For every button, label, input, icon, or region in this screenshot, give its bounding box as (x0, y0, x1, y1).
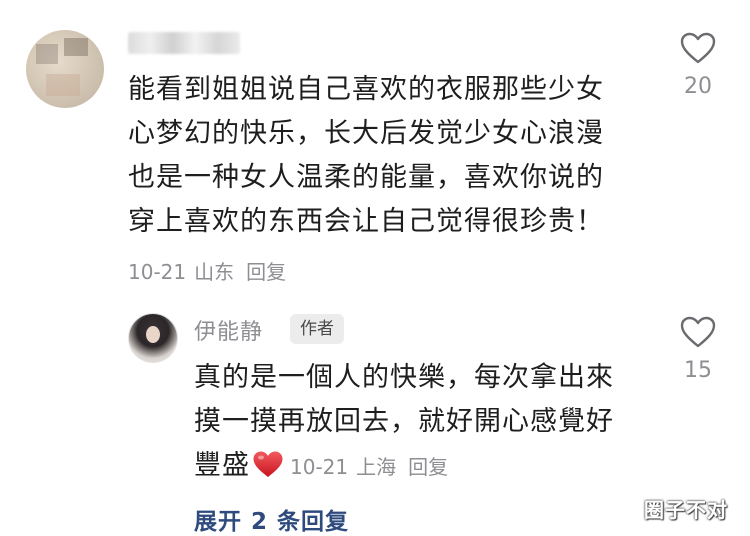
commenter-username-blurred[interactable] (128, 32, 240, 54)
comment-text: 能看到姐姐说自己喜欢的衣服那些少女 心梦幻的快乐，长大后发觉少女心浪漫 也是一种… (128, 68, 648, 244)
reply-line: 豐盛 (194, 450, 250, 481)
reply-reply-button[interactable]: 回复 (408, 455, 448, 479)
reply-date: 10-21 (290, 455, 349, 479)
reply-like-count: 15 (684, 358, 712, 383)
comment-location: 山东 (194, 260, 235, 284)
reply-line: 摸一摸再放回去，就好開心感覺好 (194, 406, 614, 437)
author-avatar[interactable] (128, 313, 178, 363)
reply-author-name[interactable]: 伊能静 (194, 314, 263, 346)
comment-like-button[interactable]: 20 (668, 32, 728, 99)
comment-date: 10-21 (128, 260, 187, 284)
reply-like-button[interactable]: 15 (668, 316, 728, 383)
watermark: 圈子不对 (644, 498, 728, 522)
comment-like-count: 20 (684, 74, 712, 99)
commenter-avatar[interactable] (26, 30, 104, 108)
reply-text: 真的是一個人的快樂，每次拿出來 摸一摸再放回去，就好開心感覺好 豐盛 10-21… (194, 356, 644, 489)
reply-location: 上海 (356, 455, 397, 479)
heart-outline-icon[interactable] (680, 316, 716, 348)
comment-reply-button[interactable]: 回复 (246, 260, 286, 284)
comment-line: 心梦幻的快乐，长大后发觉少女心浪漫 (128, 118, 604, 149)
heart-outline-icon[interactable] (680, 32, 716, 64)
red-heart-emoji-icon (253, 451, 283, 477)
comment-line: 穿上喜欢的东西会让自己觉得很珍贵！ (128, 206, 604, 237)
comment-line: 能看到姐姐说自己喜欢的衣服那些少女 (128, 74, 604, 105)
reply-last-line: 豐盛 10-21 上海 回复 (194, 444, 644, 489)
comment-line: 也是一种女人温柔的能量，喜欢你说的 (128, 162, 604, 193)
author-badge: 作者 (290, 314, 344, 344)
reply-line: 真的是一個人的快樂，每次拿出來 (194, 362, 614, 393)
comment-meta: 10-21 山东 回复 (128, 256, 294, 285)
expand-replies-button[interactable]: 展开 2 条回复 (194, 502, 349, 536)
reply-meta: 10-21 上海 回复 (290, 455, 456, 479)
